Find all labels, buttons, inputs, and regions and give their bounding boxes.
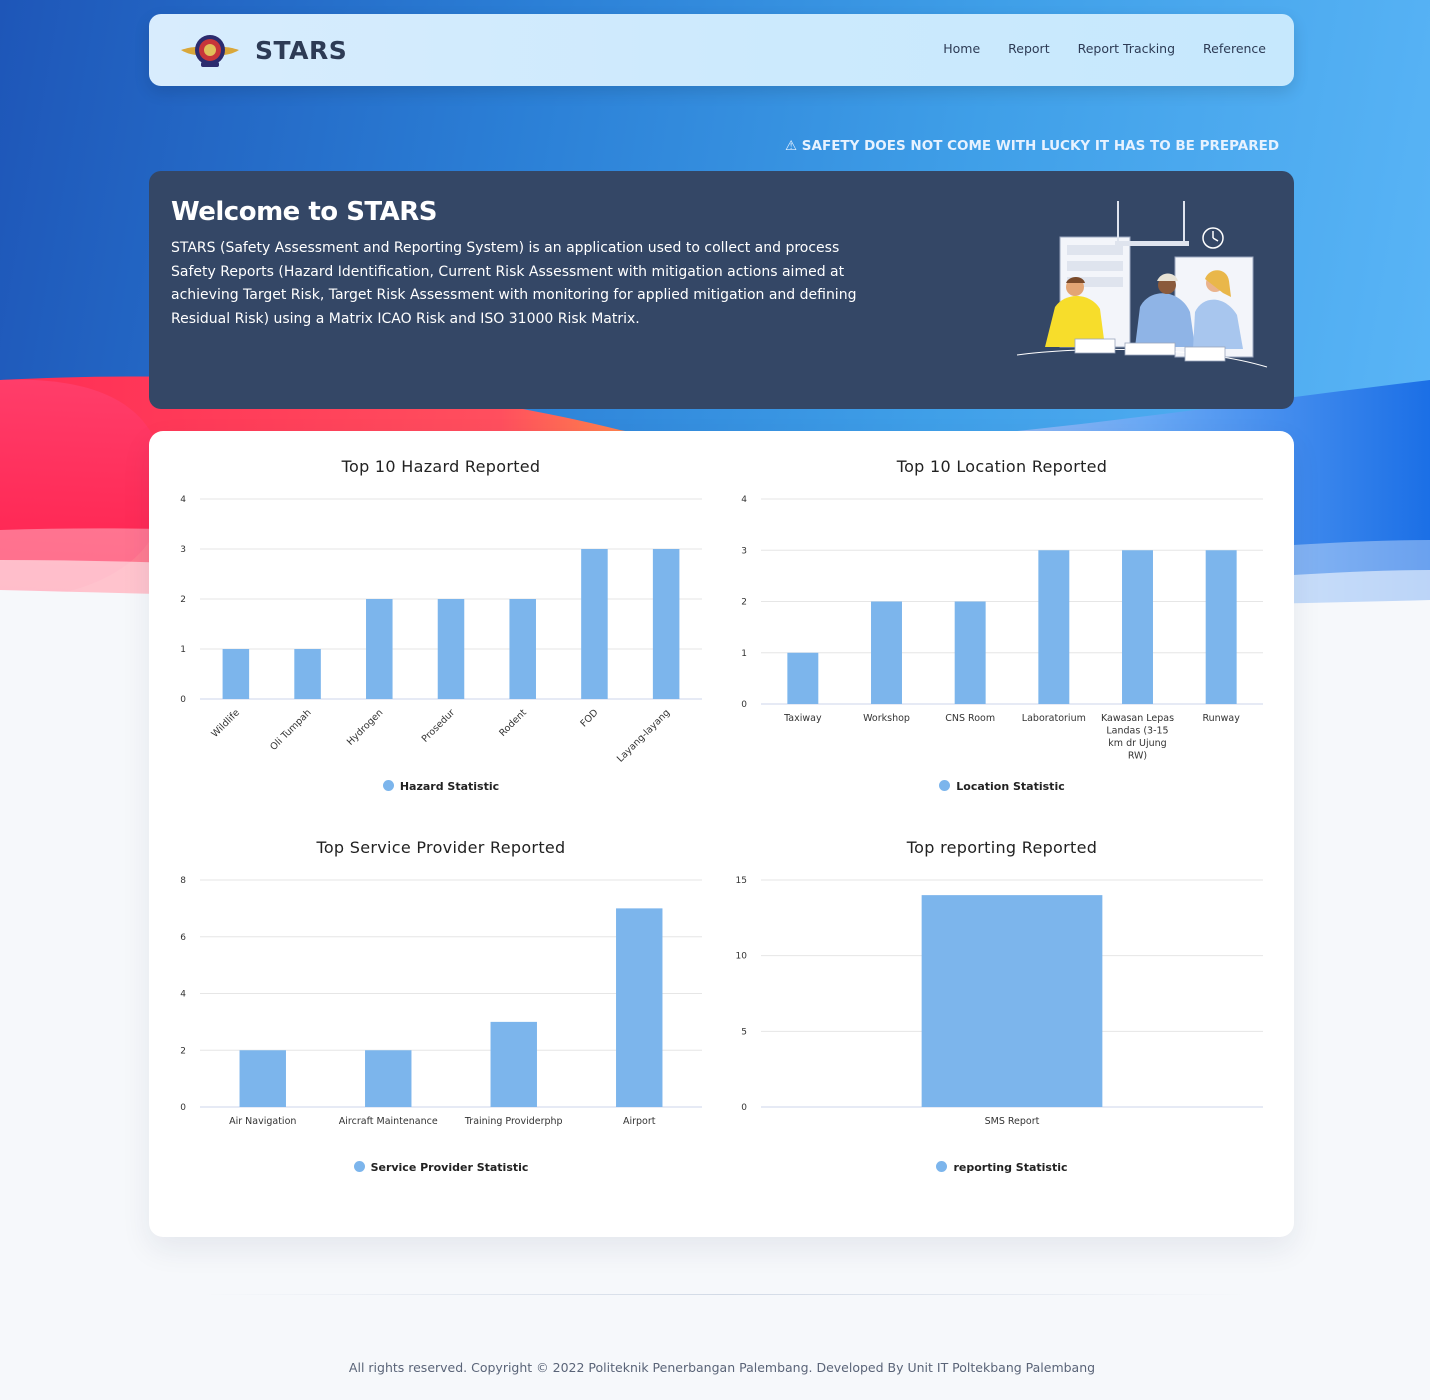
bar[interactable]: [787, 652, 819, 704]
welcome-title: Welcome to STARS: [171, 197, 438, 227]
y-tick-label: 0: [741, 700, 747, 710]
y-tick-label: 1: [180, 645, 186, 655]
x-tick-label: Prosedur: [420, 707, 457, 744]
bar[interactable]: [294, 649, 321, 699]
service-provider-legend-label: Service Provider Statistic: [370, 1161, 529, 1174]
bar[interactable]: [437, 599, 465, 699]
y-tick-label: 2: [741, 598, 747, 608]
legend-marker-icon: [382, 780, 394, 791]
navbar: STARS Home Report Report Tracking Refere…: [149, 14, 1294, 86]
safety-marquee: ⚠ SAFETY DOES NOT COME WITH LUCKY IT HAS…: [149, 137, 1294, 159]
x-tick-label: Taxiway: [783, 713, 822, 724]
x-tick-label: Hydrogen: [345, 707, 385, 747]
bar[interactable]: [921, 895, 1103, 1107]
brand-name[interactable]: STARS: [255, 36, 347, 65]
footer: All rights reserved. Copyright © 2022 Po…: [0, 1360, 1430, 1375]
nav-report-tracking-link[interactable]: Report Tracking: [1078, 41, 1175, 56]
y-tick-label: 4: [741, 495, 747, 505]
bar[interactable]: [652, 549, 680, 699]
location-legend[interactable]: Location Statistic: [722, 780, 1282, 793]
x-tick-label: RW): [1128, 751, 1147, 762]
hazard-chart: Top 10 Hazard Reported 0 1 2 3 4 Wildlife Oli …: [161, 431, 721, 811]
bar[interactable]: [871, 601, 902, 705]
legend-marker-icon: [353, 1161, 365, 1172]
y-tick-label: 2: [180, 595, 186, 605]
bar[interactable]: [490, 1021, 537, 1107]
x-tick-label: Landas (3-15: [1106, 726, 1168, 737]
y-tick-label: 0: [180, 1103, 186, 1113]
service-provider-legend[interactable]: Service Provider Statistic: [161, 1161, 721, 1174]
bar[interactable]: [616, 908, 663, 1107]
bar[interactable]: [366, 599, 393, 699]
bar[interactable]: [1038, 550, 1070, 704]
nav-reference-link[interactable]: Reference: [1203, 41, 1266, 56]
y-tick-label: 3: [180, 545, 186, 555]
x-tick-label: CNS Room: [945, 713, 995, 724]
hazard-chart-plot: 0 1 2 3 4 Wildlife Oli Tumpah Hydrogen Prosedur R…: [180, 495, 702, 765]
y-tick-label: 10: [736, 952, 748, 962]
nav-home-link[interactable]: Home: [943, 41, 980, 56]
legend-marker-icon: [936, 1161, 948, 1172]
location-legend-label: Location Statistic: [956, 780, 1065, 793]
reporting-chart-plot: 0 5 10 15 SMS Report: [736, 876, 1263, 1127]
y-tick-label: 2: [180, 1046, 186, 1056]
statistics-card: Top 10 Hazard Reported 0 1 2 3 4 Wildlife Oli …: [149, 431, 1294, 1237]
x-tick-label: Kawasan Lepas: [1101, 713, 1174, 724]
x-tick-label: Laboratorium: [1022, 713, 1086, 724]
x-tick-label: Training Providerphp: [464, 1116, 563, 1127]
reporting-legend-label: reporting Statistic: [953, 1161, 1068, 1174]
footer-copyright: All rights reserved. Copyright © 2022 Po…: [348, 1360, 1096, 1375]
x-tick-label: Rodent: [497, 707, 529, 739]
hazard-legend-label: Hazard Statistic: [399, 780, 500, 793]
hazard-legend[interactable]: Hazard Statistic: [161, 780, 721, 793]
bar[interactable]: [365, 1050, 412, 1107]
bar[interactable]: [509, 599, 536, 699]
location-chart: Top 10 Location Reported 0 1 2 3 4 Taxiway Wor…: [722, 431, 1282, 811]
x-tick-label: Air Navigation: [229, 1116, 296, 1127]
nav-report-link[interactable]: Report: [1008, 41, 1049, 56]
reporting-chart: Top reporting Reported 0 5 10 15 SMS Report …: [722, 812, 1282, 1192]
y-tick-label: 0: [741, 1103, 747, 1113]
y-tick-label: 15: [736, 876, 747, 886]
bar[interactable]: [1122, 550, 1153, 704]
bar[interactable]: [1205, 550, 1237, 704]
y-tick-label: 3: [741, 546, 747, 556]
bar[interactable]: [222, 649, 250, 699]
x-tick-label: Layang-layang: [615, 707, 672, 764]
marquee-text: ⚠ SAFETY DOES NOT COME WITH LUCKY IT HAS…: [785, 138, 1280, 154]
x-tick-label: Aircraft Maintenance: [339, 1116, 438, 1127]
y-tick-label: 0: [180, 695, 186, 705]
logo[interactable]: [179, 28, 241, 72]
reporting-legend[interactable]: reporting Statistic: [722, 1161, 1282, 1174]
x-tick-label: FOD: [578, 707, 600, 729]
location-chart-plot: 0 1 2 3 4 Taxiway Workshop CNS Room Laboratorium…: [741, 495, 1263, 762]
y-tick-label: 8: [180, 876, 186, 886]
legend-marker-icon: [939, 780, 951, 791]
x-tick-label: km dr Ujung: [1108, 738, 1166, 749]
x-tick-label: Oli Tumpah: [268, 707, 313, 752]
x-tick-label: Wildlife: [209, 707, 242, 740]
nav-menu: Home Report Report Tracking Reference: [943, 41, 1266, 56]
y-tick-label: 4: [180, 990, 186, 1000]
x-tick-label: Workshop: [863, 713, 910, 724]
welcome-description: STARS (Safety Assessment and Reporting S…: [171, 240, 857, 327]
team-meeting-illustration: [1016, 201, 1268, 368]
y-tick-label: 1: [741, 649, 747, 659]
service-provider-chart-plot: 0 2 4 6 8 Air Navigation Aircraft Maintenance T…: [180, 876, 702, 1127]
y-tick-label: 5: [741, 1027, 747, 1037]
service-provider-chart: Top Service Provider Reported 0 2 4 6 8 Air N…: [161, 812, 721, 1192]
x-tick-label: Runway: [1202, 713, 1240, 724]
bar[interactable]: [581, 549, 608, 699]
y-tick-label: 6: [180, 933, 186, 943]
y-tick-label: 4: [180, 495, 186, 505]
x-tick-label: Airport: [623, 1116, 656, 1127]
bar[interactable]: [239, 1050, 286, 1107]
bar[interactable]: [954, 601, 986, 705]
footer-divider: [200, 1294, 1250, 1295]
x-tick-label: SMS Report: [985, 1116, 1040, 1127]
welcome-card: Welcome to STARS STARS (Safety Assessmen…: [149, 171, 1294, 409]
